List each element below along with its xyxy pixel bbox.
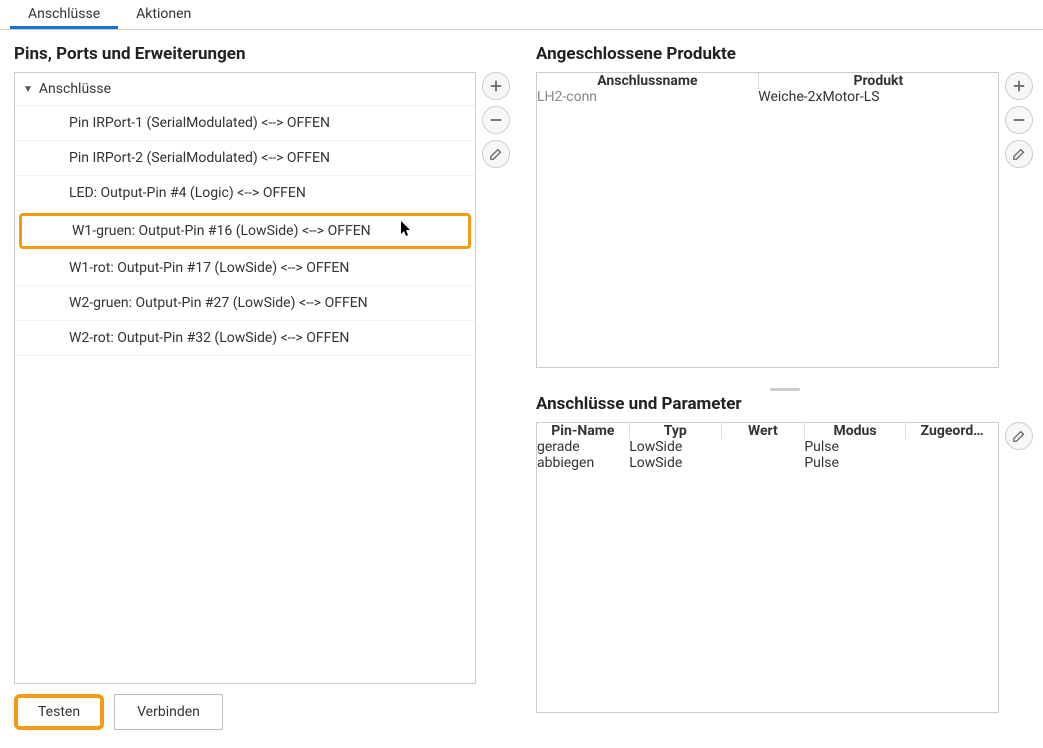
- table-row[interactable]: gerade LowSide Pulse: [537, 439, 998, 455]
- table-row[interactable]: abbiegen LowSide Pulse: [537, 455, 998, 471]
- edit-button[interactable]: [1005, 422, 1033, 450]
- chevron-down-icon: ▼: [23, 84, 33, 95]
- params-section-title: Anschlüsse und Parameter: [536, 394, 1033, 414]
- cell-conn-name: LH2-conn: [537, 89, 758, 105]
- cell-type: LowSide: [629, 455, 721, 471]
- params-table: Pin-Name Typ Wert Modus Zugeord… gerade …: [536, 422, 999, 713]
- tree-item[interactable]: Pin IRPort-2 (SerialModulated) <--> OFFE…: [15, 141, 475, 176]
- test-button[interactable]: Testen: [14, 694, 104, 730]
- tree-item[interactable]: Pin IRPort-1 (SerialModulated) <--> OFFE…: [15, 106, 475, 141]
- tab-actions[interactable]: Aktionen: [118, 0, 209, 29]
- tree-item-label: W1-gruen: Output-Pin #16 (LowSide) <--> …: [72, 223, 371, 239]
- add-button[interactable]: [482, 72, 510, 100]
- tree-item-selected[interactable]: W1-gruen: Output-Pin #16 (LowSide) <--> …: [19, 213, 471, 249]
- tab-bar: Anschlüsse Aktionen: [0, 0, 1043, 30]
- bottom-buttons: Testen Verbinden: [14, 694, 510, 740]
- tab-connections[interactable]: Anschlüsse: [10, 0, 118, 29]
- cursor-icon: [401, 221, 413, 241]
- tree-item[interactable]: W1-rot: Output-Pin #17 (LowSide) <--> OF…: [15, 251, 475, 286]
- table-row[interactable]: LH2-conn Weiche-2xMotor-LS: [537, 89, 998, 105]
- add-button[interactable]: [1005, 72, 1033, 100]
- horizontal-resize-handle[interactable]: [536, 384, 1033, 394]
- params-header-pin: Pin-Name: [537, 423, 629, 439]
- params-header-assigned: Zugeord…: [906, 423, 998, 439]
- cell-mode: Pulse: [804, 439, 905, 455]
- remove-button[interactable]: [1005, 106, 1033, 134]
- tree-item[interactable]: W2-rot: Output-Pin #32 (LowSide) <--> OF…: [15, 321, 475, 356]
- remove-button[interactable]: [482, 106, 510, 134]
- cell-mode: Pulse: [804, 455, 905, 471]
- cell-value: [721, 439, 804, 455]
- params-header-value: Wert: [721, 423, 804, 439]
- cell-assigned: [906, 455, 998, 471]
- pins-tree: ▼ Anschlüsse Pin IRPort-1 (SerialModulat…: [14, 72, 476, 684]
- connect-button[interactable]: Verbinden: [114, 694, 223, 730]
- products-action-buttons: [1005, 72, 1033, 368]
- params-header-type: Typ: [629, 423, 721, 439]
- tree-item[interactable]: W2-gruen: Output-Pin #27 (LowSide) <--> …: [15, 286, 475, 321]
- params-action-buttons: [1005, 422, 1033, 713]
- cell-pin: abbiegen: [537, 455, 629, 471]
- cell-value: [721, 455, 804, 471]
- cell-assigned: [906, 439, 998, 455]
- edit-button[interactable]: [1005, 140, 1033, 168]
- tree-root-item[interactable]: ▼ Anschlüsse: [15, 73, 475, 106]
- cell-type: LowSide: [629, 439, 721, 455]
- products-table: Anschlussname Produkt LH2-conn Weiche-2x…: [536, 72, 999, 368]
- products-section-title: Angeschlossene Produkte: [536, 44, 1033, 64]
- pins-section-title: Pins, Ports und Erweiterungen: [14, 44, 510, 64]
- products-header-product: Produkt: [758, 73, 998, 89]
- left-panel: Pins, Ports und Erweiterungen ▼ Anschlüs…: [0, 30, 520, 748]
- cell-product: Weiche-2xMotor-LS: [758, 89, 998, 105]
- tree-root-label: Anschlüsse: [39, 81, 111, 97]
- params-header-mode: Modus: [804, 423, 905, 439]
- edit-button[interactable]: [482, 140, 510, 168]
- products-header-conn: Anschlussname: [537, 73, 758, 89]
- right-panel: Angeschlossene Produkte Anschlussname Pr…: [520, 30, 1043, 748]
- tree-item[interactable]: LED: Output-Pin #4 (Logic) <--> OFFEN: [15, 176, 475, 211]
- cell-pin: gerade: [537, 439, 629, 455]
- tree-action-buttons: [482, 72, 510, 684]
